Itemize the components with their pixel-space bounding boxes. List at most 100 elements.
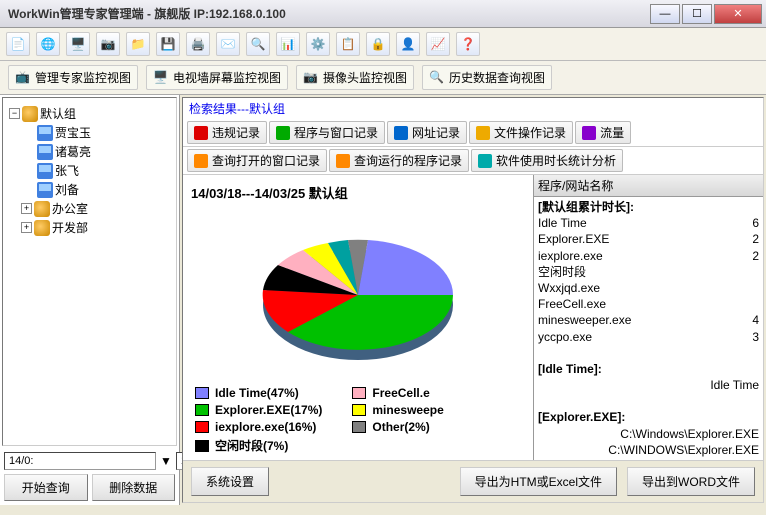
tab-monitor-view[interactable]: 📺管理专家监控视图 bbox=[8, 65, 138, 90]
pc-icon bbox=[37, 144, 53, 160]
globe-icon bbox=[394, 126, 408, 140]
tree-user[interactable]: 张飞 bbox=[7, 161, 172, 180]
legend-item: iexplore.exe(16%) bbox=[195, 420, 322, 434]
bottom-buttons: 系统设置 导出为HTM或Excel文件 导出到WORD文件 bbox=[183, 460, 763, 502]
list-header[interactable]: 程序/网站名称 bbox=[534, 175, 763, 197]
tree-group-office[interactable]: +办公室 bbox=[7, 199, 172, 218]
tree-user[interactable]: 诸葛亮 bbox=[7, 142, 172, 161]
tree-user[interactable]: 刘备 bbox=[7, 180, 172, 199]
list-item[interactable]: Idle Time bbox=[538, 377, 759, 393]
tool-icon-10[interactable]: 📊 bbox=[276, 32, 300, 56]
chart-header: 14/03/18---14/03/25 默认组 bbox=[191, 179, 525, 206]
legend-item: Idle Time(47%) bbox=[195, 386, 322, 400]
search-icon bbox=[336, 154, 350, 168]
dropdown-icon[interactable]: ▼ bbox=[160, 454, 172, 468]
chart-icon bbox=[478, 154, 492, 168]
search-icon bbox=[194, 154, 208, 168]
expand-icon[interactable]: + bbox=[21, 203, 32, 214]
list-item[interactable]: Explorer.EXE2 bbox=[538, 231, 759, 247]
tab-violation[interactable]: 违规记录 bbox=[187, 121, 267, 144]
pie-chart bbox=[191, 206, 525, 384]
legend-item: Explorer.EXE(17%) bbox=[195, 403, 322, 417]
tab-usage-stats[interactable]: 软件使用时长统计分析 bbox=[471, 149, 623, 172]
group-icon bbox=[34, 201, 50, 217]
tab-query-programs[interactable]: 查询运行的程序记录 bbox=[329, 149, 469, 172]
minimize-button[interactable]: — bbox=[650, 4, 680, 24]
maximize-button[interactable]: ☐ bbox=[682, 4, 712, 24]
list-item[interactable]: minesweeper.exe4 bbox=[538, 312, 759, 328]
tool-icon-13[interactable]: 🔒 bbox=[366, 32, 390, 56]
tree-user[interactable]: 贾宝玉 bbox=[7, 123, 172, 142]
chart-legend: Idle Time(47%) Explorer.EXE(17%) iexplor… bbox=[191, 384, 525, 456]
tool-icon-16[interactable]: ❓ bbox=[456, 32, 480, 56]
main-toolbar: 📄 🌐 🖥️ 📷 📁 💾 🖨️ ✉️ 🔍 📊 ⚙️ 📋 🔒 👤 📈 ❓ bbox=[0, 28, 766, 61]
record-tabs-row2: 查询打开的窗口记录 查询运行的程序记录 软件使用时长统计分析 bbox=[183, 147, 763, 175]
tab-fileop[interactable]: 文件操作记录 bbox=[469, 121, 573, 144]
tool-icon-11[interactable]: ⚙️ bbox=[306, 32, 330, 56]
tab-program-window[interactable]: 程序与窗口记录 bbox=[269, 121, 385, 144]
computer-tree[interactable]: −默认组 贾宝玉 诸葛亮 张飞 刘备 +办公室 +开发部 bbox=[2, 97, 177, 446]
list-item[interactable]: FreeCell.exe bbox=[538, 296, 759, 312]
list-item[interactable]: C:\WINDOWS\Explorer.EXE bbox=[538, 442, 759, 458]
titlebar: WorkWin管理专家管理端 - 旗舰版 IP:192.168.0.100 — … bbox=[0, 0, 766, 28]
list-item[interactable]: Wxxjqd.exe bbox=[538, 280, 759, 296]
sidebar: −默认组 贾宝玉 诸葛亮 张飞 刘备 +办公室 +开发部 ▼ ▼ 开始查询 删除… bbox=[0, 95, 180, 505]
group-icon bbox=[34, 220, 50, 236]
list-item[interactable]: C:\Windows\Explorer.EXE bbox=[538, 426, 759, 442]
settings-button[interactable]: 系统设置 bbox=[191, 467, 269, 496]
legend-item: Other(2%) bbox=[352, 420, 443, 434]
tree-group-default[interactable]: −默认组 bbox=[7, 104, 172, 123]
tool-icon-9[interactable]: 🔍 bbox=[246, 32, 270, 56]
list-item[interactable]: yccpo.exe3 bbox=[538, 329, 759, 345]
pc-icon bbox=[37, 125, 53, 141]
tree-group-dev[interactable]: +开发部 bbox=[7, 218, 172, 237]
tab-traffic[interactable]: 流量 bbox=[575, 121, 631, 144]
legend-item: 空闲时段(7%) bbox=[195, 437, 322, 454]
tab-history-view[interactable]: 🔍历史数据查询视图 bbox=[422, 65, 552, 90]
date-from-input[interactable] bbox=[4, 452, 156, 470]
tab-camera-view[interactable]: 📷摄像头监控视图 bbox=[296, 65, 414, 90]
tool-icon-4[interactable]: 📷 bbox=[96, 32, 120, 56]
window-icon bbox=[276, 126, 290, 140]
list-item[interactable]: iexplore.exe2 bbox=[538, 248, 759, 264]
list-group: [默认组累计时长]: bbox=[538, 199, 759, 215]
close-button[interactable]: ✕ bbox=[714, 4, 762, 24]
program-list[interactable]: [默认组累计时长]: Idle Time6 Explorer.EXE2 iexp… bbox=[534, 197, 763, 460]
program-list-panel: 程序/网站名称 [默认组累计时长]: Idle Time6 Explorer.E… bbox=[533, 175, 763, 460]
content: 检索结果---默认组 违规记录 程序与窗口记录 网址记录 文件操作记录 流量 查… bbox=[182, 97, 764, 503]
query-button[interactable]: 开始查询 bbox=[4, 474, 88, 501]
tool-icon-2[interactable]: 🌐 bbox=[36, 32, 60, 56]
tool-icon-3[interactable]: 🖥️ bbox=[66, 32, 90, 56]
traffic-icon bbox=[582, 126, 596, 140]
window-title: WorkWin管理专家管理端 - 旗舰版 IP:192.168.0.100 bbox=[4, 5, 650, 22]
list-item[interactable]: 空闲时段 bbox=[538, 264, 759, 280]
stop-icon bbox=[194, 126, 208, 140]
tool-icon-7[interactable]: 🖨️ bbox=[186, 32, 210, 56]
tool-icon-6[interactable]: 💾 bbox=[156, 32, 180, 56]
list-item[interactable]: Idle Time6 bbox=[538, 215, 759, 231]
tab-query-windows[interactable]: 查询打开的窗口记录 bbox=[187, 149, 327, 172]
export-html-button[interactable]: 导出为HTM或Excel文件 bbox=[460, 467, 617, 496]
tool-icon-15[interactable]: 📈 bbox=[426, 32, 450, 56]
delete-button[interactable]: 删除数据 bbox=[92, 474, 176, 501]
tool-icon-1[interactable]: 📄 bbox=[6, 32, 30, 56]
tool-icon-8[interactable]: ✉️ bbox=[216, 32, 240, 56]
tab-url[interactable]: 网址记录 bbox=[387, 121, 467, 144]
expand-icon[interactable]: + bbox=[21, 222, 32, 233]
legend-item: FreeCell.e bbox=[352, 386, 443, 400]
tool-icon-5[interactable]: 📁 bbox=[126, 32, 150, 56]
tool-icon-14[interactable]: 👤 bbox=[396, 32, 420, 56]
tab-tvwall-view[interactable]: 🖥️电视墙屏幕监控视图 bbox=[146, 65, 288, 90]
legend-item: minesweepe bbox=[352, 403, 443, 417]
list-group: [Explorer.EXE]: bbox=[538, 409, 759, 425]
search-result-header: 检索结果---默认组 bbox=[183, 98, 763, 119]
tool-icon-12[interactable]: 📋 bbox=[336, 32, 360, 56]
collapse-icon[interactable]: − bbox=[9, 108, 20, 119]
list-group: [Idle Time]: bbox=[538, 361, 759, 377]
file-icon bbox=[476, 126, 490, 140]
pc-icon bbox=[37, 182, 53, 198]
record-tabs-row1: 违规记录 程序与窗口记录 网址记录 文件操作记录 流量 bbox=[183, 119, 763, 147]
export-word-button[interactable]: 导出到WORD文件 bbox=[627, 467, 755, 496]
pc-icon bbox=[37, 163, 53, 179]
group-icon bbox=[22, 106, 38, 122]
